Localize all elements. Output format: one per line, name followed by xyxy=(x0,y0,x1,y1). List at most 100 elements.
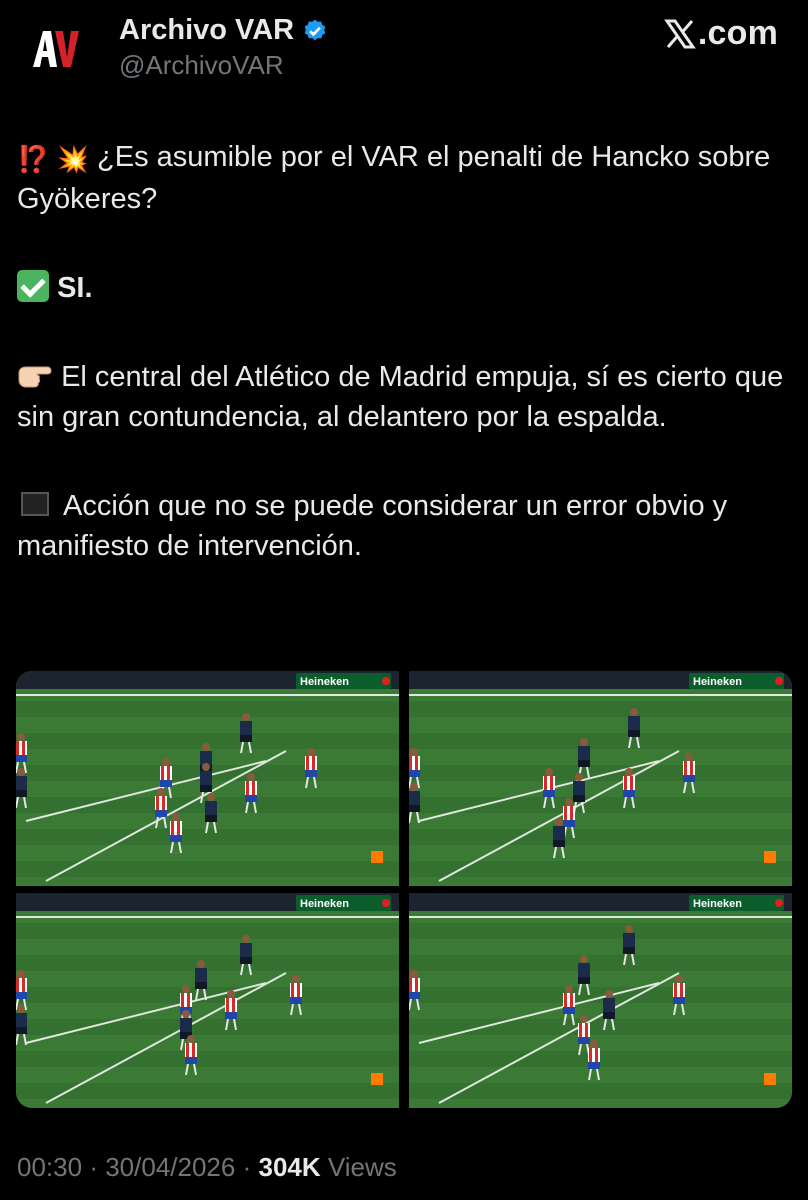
atletico-shorts xyxy=(16,992,27,999)
atletico-shorts xyxy=(16,755,27,762)
player-head xyxy=(685,753,693,761)
opponent-shorts xyxy=(16,1027,27,1034)
football-pitch-image: Heineken xyxy=(409,671,792,886)
tweet-header: Archivo VAR @ArchivoVAR .com xyxy=(0,0,808,100)
player-head xyxy=(625,768,633,776)
separator: · xyxy=(89,1152,98,1182)
views-label: Views xyxy=(327,1152,397,1182)
atletico-shorts xyxy=(160,780,172,787)
player-head xyxy=(292,975,300,983)
sponsor-text: Heineken xyxy=(693,676,742,688)
red-star-icon xyxy=(775,899,783,907)
tweet-meta: 00:30 · 30/04/2026 · 304K Views xyxy=(17,1152,397,1183)
football-pitch-image: Heineken xyxy=(16,671,399,886)
atletico-shorts xyxy=(673,997,685,1004)
opponent-shorts xyxy=(240,957,252,964)
x-com-brand[interactable]: .com xyxy=(663,14,778,53)
atletico-shorts xyxy=(290,997,302,1004)
opponent-shorts xyxy=(409,805,420,812)
player-head xyxy=(17,1005,25,1013)
player-head xyxy=(565,798,573,806)
player-head xyxy=(630,708,638,716)
opponent-shorts xyxy=(195,982,207,989)
opponent-shirt xyxy=(200,771,212,785)
handle[interactable]: @ArchivoVAR xyxy=(119,50,284,81)
opponent-shorts xyxy=(240,735,252,742)
opponent-shorts xyxy=(200,785,212,792)
separator: · xyxy=(242,1152,252,1182)
player-head xyxy=(17,970,25,978)
display-name[interactable]: Archivo VAR xyxy=(119,14,328,47)
views-count: 304K xyxy=(258,1152,321,1182)
player-head xyxy=(605,990,613,998)
verified-badge-icon xyxy=(304,19,326,40)
media-frame-4[interactable]: Heineken xyxy=(409,893,792,1108)
opponent-shirt xyxy=(553,826,565,840)
interrobang-boom-icons: ⁉️ 💥 xyxy=(17,144,89,174)
opponent-shorts xyxy=(573,795,585,802)
sponsor-text: Heineken xyxy=(300,676,349,688)
player-head xyxy=(575,773,583,781)
media-frame-3[interactable]: Heineken xyxy=(16,893,399,1108)
display-name-text[interactable]: Archivo VAR xyxy=(119,14,294,47)
opponent-shorts xyxy=(603,1012,615,1019)
question-text: ¿Es asumible por el VAR el penalti de Ha… xyxy=(17,141,771,215)
tweet-date[interactable]: 30/04/2026 xyxy=(105,1152,235,1182)
opponent-shirt xyxy=(195,968,207,982)
check-mark-icon xyxy=(17,270,49,302)
atletico-shorts xyxy=(409,992,420,999)
media-frame-2[interactable]: Heineken xyxy=(409,671,792,886)
atletico-shorts xyxy=(225,1012,237,1019)
sponsor-text: Heineken xyxy=(300,898,349,910)
player-head xyxy=(410,970,418,978)
opponent-shirt xyxy=(16,1013,27,1027)
opponent-shirt xyxy=(180,1018,192,1032)
tweet-text: ⁉️ 💥 ¿Es asumible por el VAR el penalti … xyxy=(17,137,797,615)
opponent-shirt xyxy=(573,781,585,795)
pointing-hand-icon xyxy=(18,366,52,388)
tweet-paragraph-conclusion: Acción que no se puede considerar un err… xyxy=(17,486,797,566)
player-head xyxy=(162,758,170,766)
player-head xyxy=(580,738,588,746)
atletico-shorts xyxy=(245,795,257,802)
player-head xyxy=(545,768,553,776)
player-head xyxy=(207,793,215,801)
player-head xyxy=(182,985,190,993)
opponent-shirt xyxy=(578,963,590,977)
red-star-icon xyxy=(775,677,783,685)
opponent-shorts xyxy=(553,840,565,847)
player-head xyxy=(202,743,210,751)
archivo-var-logo-icon xyxy=(33,31,79,67)
explanation-text: El central del Atlético de Madrid empuja… xyxy=(17,361,784,433)
media-frame-1[interactable]: Heineken xyxy=(16,671,399,886)
player-head xyxy=(410,748,418,756)
atletico-shorts xyxy=(170,835,182,842)
x-logo-icon xyxy=(663,19,696,48)
player-head xyxy=(227,990,235,998)
opponent-shirt xyxy=(16,776,27,790)
atletico-shorts xyxy=(305,770,317,777)
opponent-shirt xyxy=(205,801,217,815)
player-head xyxy=(242,935,250,943)
opponent-shirt xyxy=(409,791,420,805)
opponent-shorts xyxy=(623,947,635,954)
tweet-time[interactable]: 00:30 xyxy=(17,1152,82,1182)
player-head xyxy=(580,1015,588,1023)
player-head xyxy=(242,713,250,721)
player-head xyxy=(187,1035,195,1043)
atletico-shorts xyxy=(683,775,695,782)
opponent-shirt xyxy=(623,933,635,947)
player-head xyxy=(590,1040,598,1048)
player-head xyxy=(307,748,315,756)
player-head xyxy=(580,955,588,963)
opponent-shirt xyxy=(240,943,252,957)
avatar[interactable] xyxy=(18,12,92,86)
opponent-shirt xyxy=(200,751,212,765)
football-pitch-image: Heineken xyxy=(16,893,399,1108)
conclusion-text: Acción que no se puede considerar un err… xyxy=(17,490,728,562)
player-head xyxy=(17,768,25,776)
answer-text: SI. xyxy=(57,272,93,304)
media-grid[interactable]: Heineken Heineken Heineken Heineken xyxy=(16,671,792,1108)
atletico-shorts xyxy=(563,820,575,827)
football-pitch-image: Heineken xyxy=(409,893,792,1108)
